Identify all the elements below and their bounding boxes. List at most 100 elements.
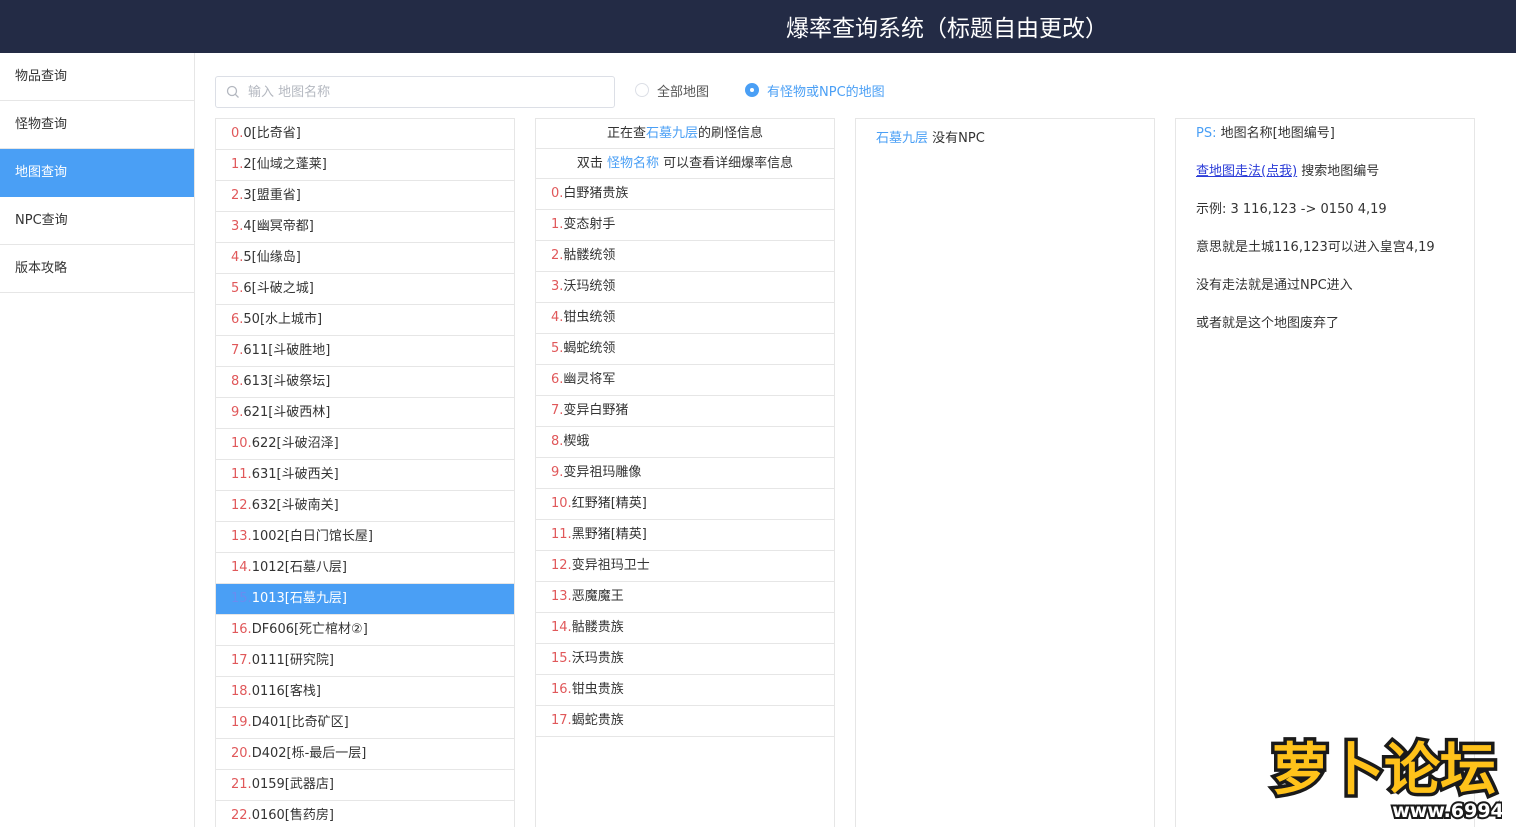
- map-list-item[interactable]: 20.D402[栎-最后一层]: [216, 739, 514, 770]
- monster-list-item[interactable]: 16.钳虫贵族: [536, 675, 834, 706]
- item-index: 11.: [551, 527, 572, 542]
- map-list-item[interactable]: 21.0159[武器店]: [216, 770, 514, 801]
- item-label: 1012[石墓八层]: [251, 560, 347, 575]
- map-list-item[interactable]: 1.2[仙域之蓬莱]: [216, 150, 514, 181]
- sidebar: 物品查询 怪物查询 地图查询 NPC查询 版本攻略: [0, 53, 195, 827]
- monster-list-item[interactable]: 10.红野猪[精英]: [536, 489, 834, 520]
- item-label: 钳虫统领: [563, 310, 616, 325]
- map-route-link[interactable]: 查地图走法(点我): [1196, 164, 1297, 179]
- monster-list-item[interactable]: 5.蝎蛇统领: [536, 334, 834, 365]
- map-search-box[interactable]: [215, 76, 615, 108]
- item-label: 0159[武器店]: [251, 777, 334, 792]
- npc-panel: 石墓九层 没有NPC: [855, 118, 1155, 827]
- item-index: 14.: [551, 620, 572, 635]
- forum-watermark-logo: 萝卜论坛 www.6994.cn: [1269, 735, 1503, 824]
- npc-map-name: 石墓九层: [876, 131, 929, 146]
- radio-label: 有怪物或NPC的地图: [767, 84, 885, 100]
- header-prefix: 正在查: [606, 126, 646, 141]
- monster-list-item[interactable]: 7.变异白野猪: [536, 396, 834, 427]
- monster-list-item[interactable]: 2.骷髅统领: [536, 241, 834, 272]
- map-list-item[interactable]: 22.0160[售药房]: [216, 801, 514, 827]
- map-list-item[interactable]: 5.6[斗破之城]: [216, 274, 514, 305]
- item-index: 20.: [231, 746, 252, 761]
- sidebar-item-1[interactable]: 怪物查询: [0, 101, 194, 149]
- item-label: 变异祖玛卫士: [571, 558, 650, 573]
- sidebar-item-4[interactable]: 版本攻略: [0, 245, 194, 293]
- monster-list-item[interactable]: 6.幽灵将军: [536, 365, 834, 396]
- item-index: 17.: [231, 653, 252, 668]
- map-list-item[interactable]: 17.0111[研究院]: [216, 646, 514, 677]
- radio-circle[interactable]: [635, 83, 649, 97]
- map-list-item[interactable]: 3.4[幽冥帝都]: [216, 212, 514, 243]
- monster-list-item[interactable]: 3.沃玛统领: [536, 272, 834, 303]
- radio-circle[interactable]: [745, 83, 759, 97]
- item-index: 16.: [551, 682, 572, 697]
- map-list-item[interactable]: 12.632[斗破南关]: [216, 491, 514, 522]
- sidebar-item-0[interactable]: 物品查询: [0, 53, 194, 101]
- link-suffix: 搜索地图编号: [1297, 164, 1380, 179]
- map-list-item[interactable]: 19.D401[比奇矿区]: [216, 708, 514, 739]
- map-list-item[interactable]: 10.622[斗破沼泽]: [216, 429, 514, 460]
- item-label: 4[幽冥帝都]: [243, 219, 314, 234]
- item-index: 19.: [231, 715, 252, 730]
- map-list-item[interactable]: 18.0116[客栈]: [216, 677, 514, 708]
- item-index: 9.: [551, 465, 564, 480]
- hint-suffix: 可以查看详细爆率信息: [659, 156, 794, 171]
- monster-list-item[interactable]: 13.恶魔魔王: [536, 582, 834, 613]
- map-list-item[interactable]: 6.50[水上城市]: [216, 305, 514, 336]
- search-icon: [226, 85, 239, 98]
- item-label: 6[斗破之城]: [243, 281, 314, 296]
- filter-all-maps-radio[interactable]: 全部地图: [635, 81, 709, 100]
- monster-list-item[interactable]: 14.骷髅贵族: [536, 613, 834, 644]
- map-list-item[interactable]: 2.3[盟重省]: [216, 181, 514, 212]
- filter-with-monsters-radio[interactable]: 有怪物或NPC的地图: [745, 81, 885, 100]
- item-label: 0116[客栈]: [251, 684, 321, 699]
- item-index: 14.: [231, 560, 252, 575]
- map-list-item[interactable]: 15.1013[石墓九层]: [216, 584, 514, 615]
- item-label: D402[栎-最后一层]: [251, 746, 367, 761]
- watermark-text: 萝卜论坛: [1272, 738, 1496, 803]
- sidebar-item-2[interactable]: 地图查询: [0, 149, 194, 197]
- item-label: 622[斗破沼泽]: [251, 436, 339, 451]
- monster-list-item[interactable]: 9.变异祖玛雕像: [536, 458, 834, 489]
- map-list-item[interactable]: 0.0[比奇省]: [216, 119, 514, 150]
- item-label: 0111[研究院]: [251, 653, 334, 668]
- map-list-item[interactable]: 8.613[斗破祭坛]: [216, 367, 514, 398]
- sidebar-item-3[interactable]: NPC查询: [0, 197, 194, 245]
- item-index: 15.: [231, 591, 252, 606]
- page-title: 爆率查询系统（标题自由更改）: [786, 16, 1108, 42]
- monster-list-item[interactable]: 12.变异祖玛卫士: [536, 551, 834, 582]
- item-label: 变态射手: [563, 217, 616, 232]
- monster-list-item[interactable]: 8.楔蛾: [536, 427, 834, 458]
- item-index: 0.: [231, 126, 244, 141]
- item-label: 沃玛统领: [563, 279, 616, 294]
- monster-list-item[interactable]: 1.变态射手: [536, 210, 834, 241]
- item-label: 50[水上城市]: [243, 312, 323, 327]
- map-list-item[interactable]: 9.621[斗破西林]: [216, 398, 514, 429]
- monster-list-item[interactable]: 17.蝎蛇贵族: [536, 706, 834, 737]
- ps-label: PS:: [1196, 126, 1217, 141]
- item-index: 12.: [231, 498, 252, 513]
- map-list-item[interactable]: 13.1002[白日门馆长屋]: [216, 522, 514, 553]
- item-label: 变异白野猪: [563, 403, 629, 418]
- npc-status-text: 没有NPC: [928, 131, 985, 146]
- item-index: 1.: [231, 157, 244, 172]
- item-label: 632[斗破南关]: [251, 498, 339, 513]
- monster-list-item[interactable]: 11.黑野猪[精英]: [536, 520, 834, 551]
- monster-list-item[interactable]: 0.白野猪贵族: [536, 179, 834, 210]
- map-list-item[interactable]: 16.DF606[死亡棺材②]: [216, 615, 514, 646]
- item-label: 1002[白日门馆长屋]: [251, 529, 373, 544]
- item-label: 骷髅统领: [563, 248, 616, 263]
- map-list-item[interactable]: 11.631[斗破西关]: [216, 460, 514, 491]
- item-label: 红野猪[精英]: [571, 496, 647, 511]
- monster-panel-header: 正在查石墓九层的刷怪信息: [536, 119, 834, 149]
- item-index: 21.: [231, 777, 252, 792]
- item-label: 蝎蛇统领: [563, 341, 616, 356]
- map-list-item[interactable]: 14.1012[石墓八层]: [216, 553, 514, 584]
- monster-list-item[interactable]: 15.沃玛贵族: [536, 644, 834, 675]
- monster-list-item[interactable]: 4.钳虫统领: [536, 303, 834, 334]
- map-search-input[interactable]: [248, 80, 598, 104]
- map-list-item[interactable]: 4.5[仙缘岛]: [216, 243, 514, 274]
- map-list-item[interactable]: 7.611[斗破胜地]: [216, 336, 514, 367]
- help-line-npc-note: 没有走法就是通过NPC进入: [1196, 278, 1353, 293]
